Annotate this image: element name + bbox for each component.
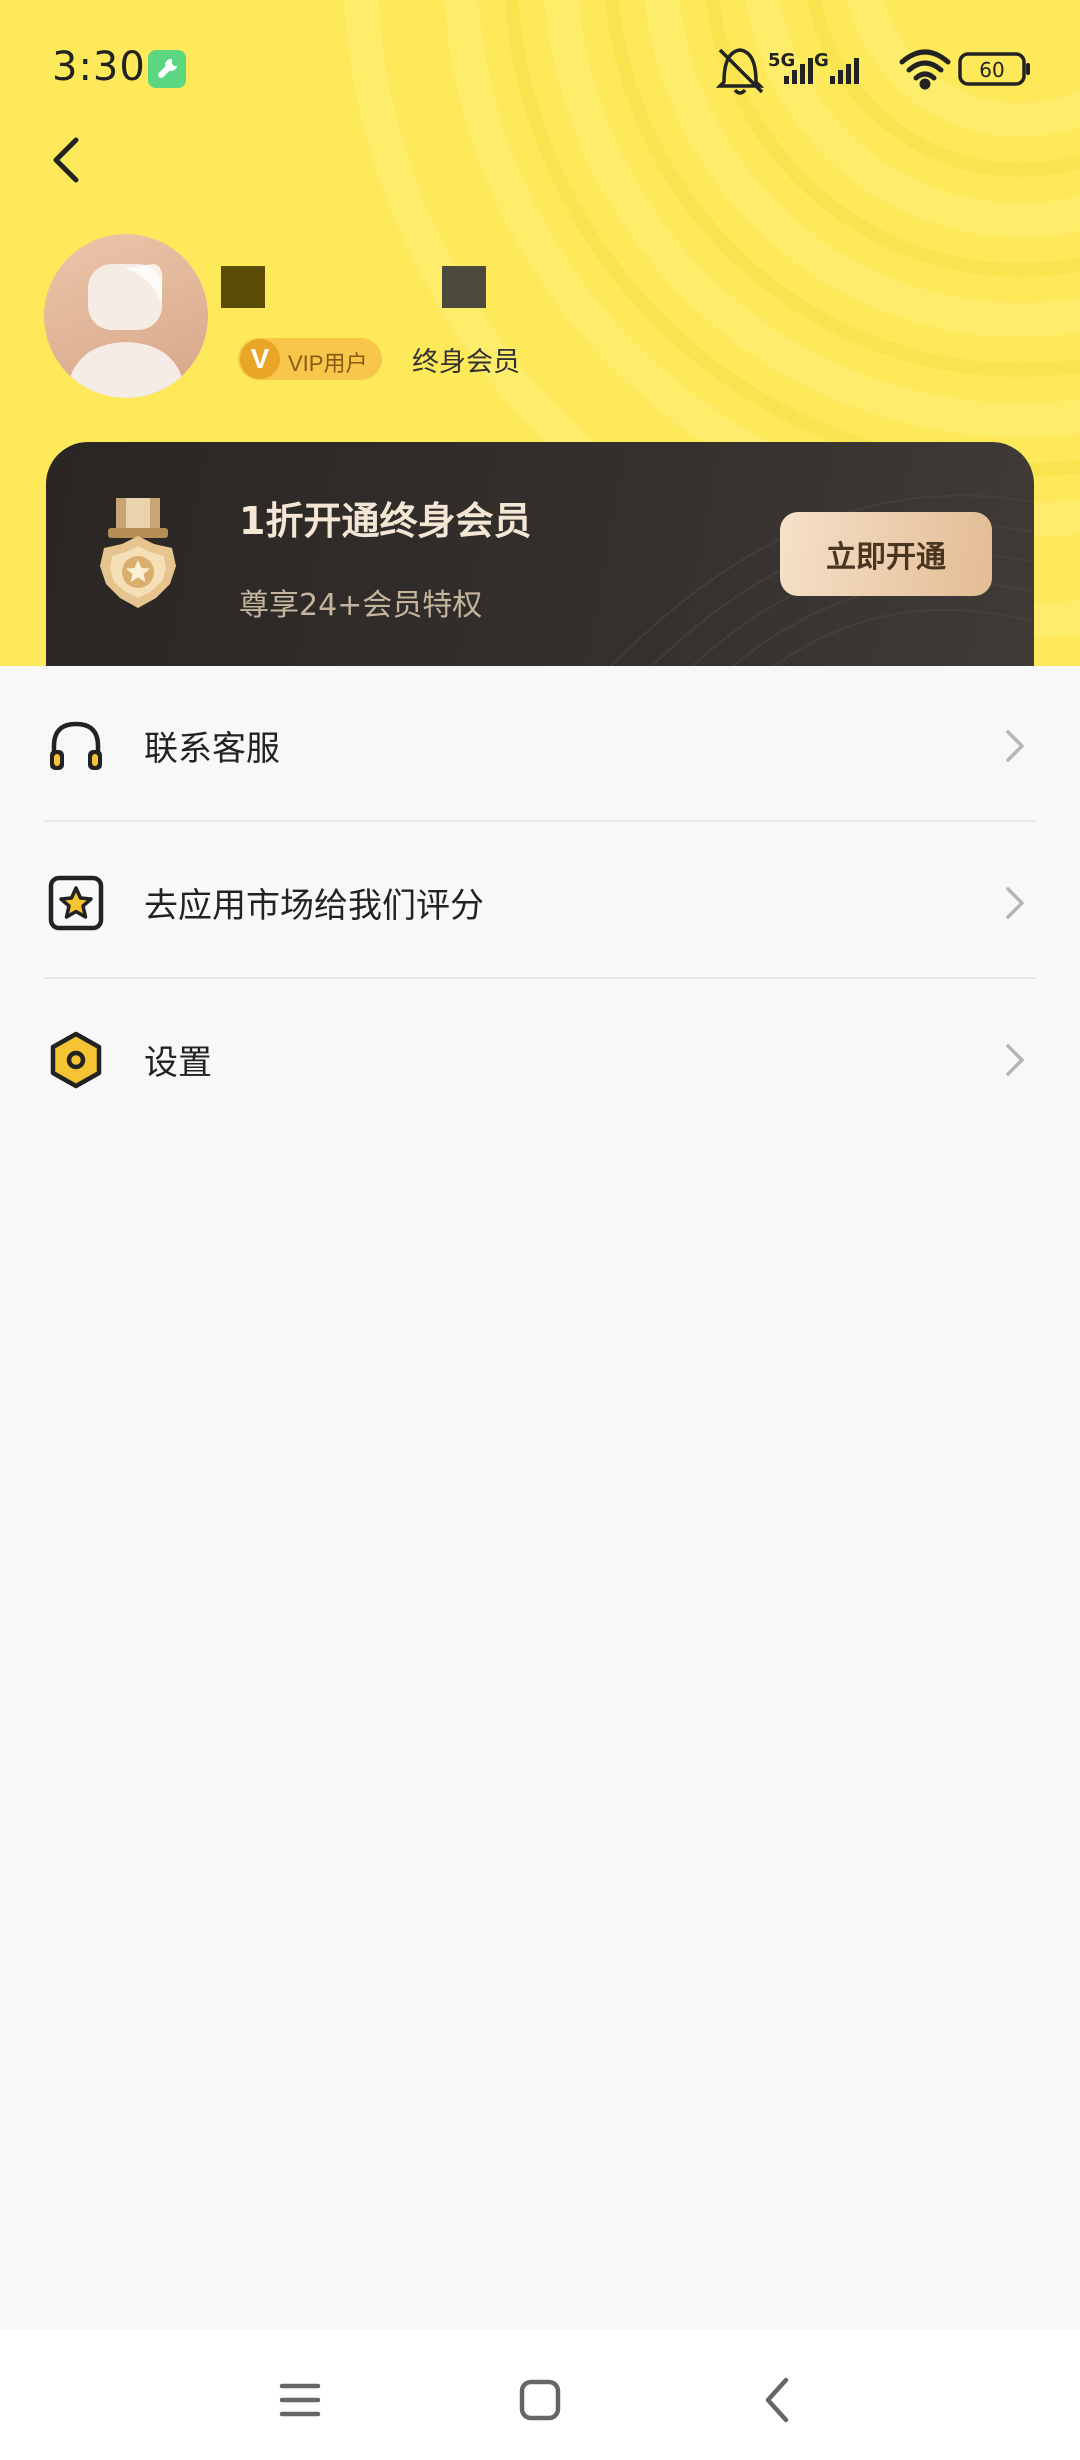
avatar[interactable] (44, 234, 208, 398)
wifi-icon (899, 49, 951, 90)
vip-badge-label: VIP用户 (288, 351, 368, 376)
headset-icon (50, 721, 102, 770)
battery-icon: 60 (958, 52, 1030, 86)
signal-g-icon: G (814, 50, 859, 84)
menu-divider (44, 820, 1036, 822)
menu-divider (44, 977, 1036, 979)
status-time: 3:30 (52, 44, 146, 90)
chevron-right-icon (1006, 1044, 1024, 1076)
system-navigation-bar (0, 2330, 1080, 2460)
chevron-right-icon (1006, 730, 1024, 762)
username-redacted-block (442, 266, 486, 308)
menu-item-label: 联系客服 (144, 729, 280, 769)
vip-card-subtitle: 尊享24+会员特权 (239, 588, 483, 623)
menu-item-label: 设置 (144, 1043, 212, 1083)
vip-badge: V VIP用户 (238, 338, 382, 380)
profile-header: 3:30 5G G 60 V VIP用户 终身会员 1折开通终身会员 尊享24+… (0, 0, 1080, 666)
open-membership-button[interactable]: 立即开通 (780, 512, 992, 596)
bell-muted-icon (715, 48, 765, 95)
menu-item-rate-app[interactable]: 去应用市场给我们评分 (0, 823, 1080, 980)
home-icon[interactable] (500, 2360, 580, 2440)
member-type-label: 终身会员 (412, 347, 520, 378)
wrench-icon (148, 50, 186, 88)
status-bar: 3:30 5G G 60 (0, 0, 1080, 136)
svg-text:G: G (814, 50, 829, 71)
chevron-right-icon (1006, 887, 1024, 919)
signal-5g-icon: 5G (768, 50, 813, 84)
medal-icon (100, 498, 176, 608)
status-indicators: 5G G 60 (715, 48, 1030, 95)
chevron-left-icon[interactable] (40, 130, 100, 190)
settings-hexagon-icon (50, 1031, 102, 1089)
star-rating-icon (48, 875, 104, 931)
menu-icon[interactable] (260, 2360, 340, 2440)
menu-item-settings[interactable]: 设置 (0, 980, 1080, 1137)
menu-item-label: 去应用市场给我们评分 (144, 886, 484, 926)
back-icon[interactable] (738, 2360, 818, 2440)
vip-card-title: 1折开通终身会员 (239, 499, 532, 543)
svg-text:5G: 5G (768, 50, 795, 71)
svg-text:60: 60 (979, 58, 1004, 82)
username-redacted-block (221, 266, 265, 308)
default-avatar-icon (66, 264, 186, 398)
menu-item-customer-service[interactable]: 联系客服 (0, 666, 1080, 823)
vip-badge-icon: V (240, 339, 280, 379)
vip-promo-card[interactable]: 1折开通终身会员 尊享24+会员特权 立即开通 (46, 442, 1034, 666)
